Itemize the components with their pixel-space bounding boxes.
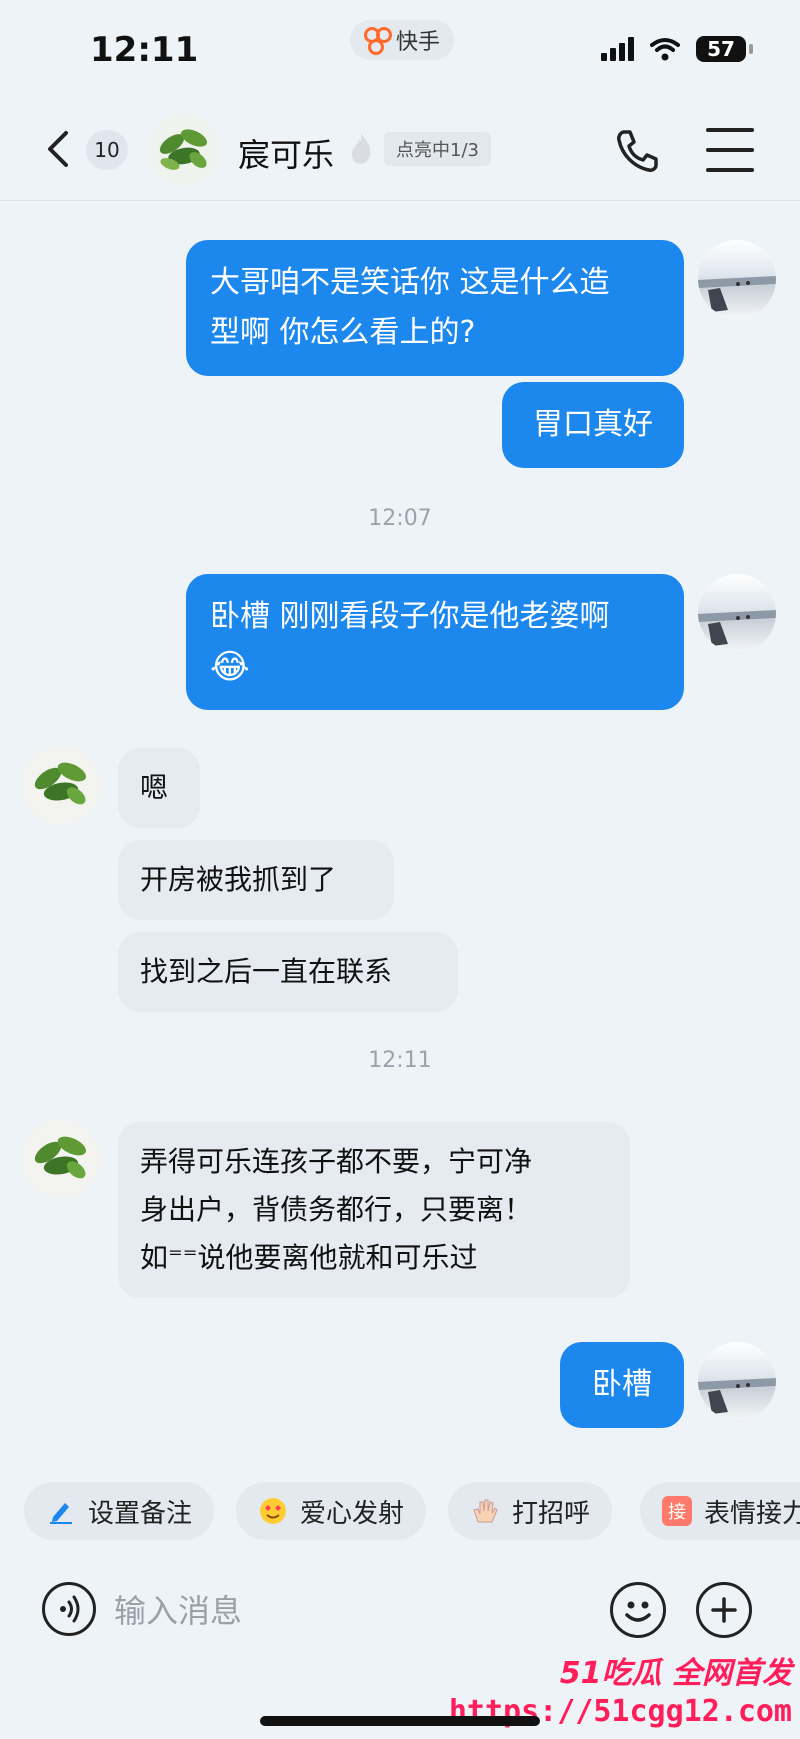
- flame-icon: [351, 132, 371, 164]
- more-button[interactable]: [696, 1582, 752, 1638]
- my-avatar[interactable]: [698, 574, 776, 652]
- light-status-badge[interactable]: 点亮中1/3: [384, 132, 491, 166]
- chat-header: 10 宸可乐 点亮中1/3: [0, 100, 800, 201]
- contact-name: 宸可乐: [238, 136, 335, 174]
- message-text-line: 型啊 你怎么看上的?: [210, 315, 476, 350]
- chip-label: 打招呼: [512, 1498, 591, 1529]
- seascape-avatar-icon: [698, 1378, 776, 1414]
- plant-avatar-icon: [34, 762, 86, 805]
- battery-level: 57: [707, 37, 735, 61]
- battery-icon: 57: [696, 36, 753, 62]
- app-indicator: 快手: [350, 20, 455, 60]
- menu-line: [706, 148, 754, 152]
- timestamp: 12:07: [368, 506, 432, 531]
- app-name: 快手: [396, 30, 441, 55]
- message-bubble-outgoing[interactable]: 卧槽: [560, 1342, 684, 1428]
- contact-message-avatar[interactable]: [22, 1120, 100, 1198]
- menu-button[interactable]: [706, 128, 754, 172]
- chevron-left-icon: [48, 131, 68, 167]
- plus-icon: [711, 1597, 737, 1623]
- relay-icon: 接: [662, 1496, 692, 1526]
- message-bubble-incoming[interactable]: 开房被我抓到了: [118, 840, 394, 920]
- timestamp: 12:11: [368, 1048, 432, 1073]
- voice-button[interactable]: [42, 1582, 96, 1636]
- pencil-icon: [46, 1496, 76, 1526]
- message-bubble-outgoing[interactable]: 卧槽 刚刚看段子你是他老婆啊 😂: [186, 574, 684, 710]
- message-text: 卧槽 刚刚看段子你是他老婆啊: [210, 599, 610, 634]
- message-bubble-incoming[interactable]: 找到之后一直在联系: [118, 932, 458, 1012]
- plant-avatar-icon: [159, 129, 208, 170]
- status-icons: 57: [601, 36, 753, 62]
- message-bubble-incoming[interactable]: 弄得可乐连孩子都不要，宁可净 身出户，背债务都行，只要离！ 如⁼⁼说他要离他就和…: [118, 1122, 630, 1298]
- status-time: 12:11: [90, 30, 199, 70]
- emoji-relay-chip[interactable]: 接 表情接力: [640, 1482, 800, 1540]
- my-avatar[interactable]: [698, 1342, 776, 1420]
- message-text-line: 身出户，背债务都行，只要离！: [140, 1193, 533, 1226]
- status-bar: 12:11 快手 57: [0, 0, 800, 100]
- message-bubble-incoming[interactable]: 嗯: [118, 748, 200, 828]
- chip-label: 表情接力: [704, 1498, 800, 1529]
- chip-label: 爱心发射: [300, 1498, 405, 1529]
- heart-eyes-icon: [258, 1496, 288, 1526]
- quick-actions-bar: 设置备注 爱心发射 打招呼 接 表情接力: [0, 1476, 800, 1546]
- say-hi-chip[interactable]: 打招呼: [448, 1482, 613, 1540]
- input-bar: [0, 1570, 800, 1650]
- phone-icon: [617, 130, 658, 172]
- seascape-avatar-icon: [698, 610, 776, 646]
- menu-line: [706, 128, 754, 132]
- emoji-button[interactable]: [610, 1582, 666, 1638]
- smiley-icon: [625, 1601, 651, 1622]
- laughing-crying-emoji-icon: 😂: [210, 647, 250, 687]
- chip-label: 设置备注: [88, 1498, 193, 1529]
- voice-wave-icon: [60, 1595, 80, 1623]
- my-avatar[interactable]: [698, 240, 776, 318]
- heart-launch-chip[interactable]: 爱心发射: [236, 1482, 427, 1540]
- back-button[interactable]: [38, 124, 78, 174]
- message-text-line: 弄得可乐连孩子都不要，宁可净: [140, 1145, 533, 1178]
- watermark-title: 51吃瓜 全网首发: [559, 1656, 792, 1691]
- signal-icon: [601, 37, 634, 61]
- message-input[interactable]: [112, 1574, 596, 1648]
- wifi-icon: [650, 38, 680, 61]
- unread-count-badge[interactable]: 10: [86, 130, 128, 170]
- plant-avatar-icon: [34, 1136, 86, 1179]
- message-bubble-outgoing[interactable]: 胃口真好: [502, 382, 684, 468]
- wave-hand-icon: [470, 1496, 500, 1526]
- contact-message-avatar[interactable]: [22, 746, 100, 824]
- kuaishou-logo-icon: [364, 27, 392, 55]
- call-button[interactable]: [612, 126, 662, 176]
- message-list[interactable]: 大哥咱不是笑话你 这是什么造 型啊 你怎么看上的? 胃口真好 12:07 卧槽 …: [0, 200, 800, 1470]
- message-bubble-outgoing[interactable]: 大哥咱不是笑话你 这是什么造 型啊 你怎么看上的?: [186, 240, 684, 376]
- home-indicator[interactable]: [260, 1716, 540, 1726]
- message-text-line: 大哥咱不是笑话你 这是什么造: [210, 265, 610, 300]
- set-remark-chip[interactable]: 设置备注: [24, 1482, 215, 1540]
- menu-line: [706, 168, 754, 172]
- message-text-line: 如⁼⁼说他要离他就和可乐过: [140, 1241, 478, 1274]
- seascape-avatar-icon: [698, 276, 776, 312]
- contact-avatar[interactable]: [148, 114, 220, 186]
- watermark: 51吃瓜 全网首发 https://51cgg12.com: [449, 1648, 800, 1738]
